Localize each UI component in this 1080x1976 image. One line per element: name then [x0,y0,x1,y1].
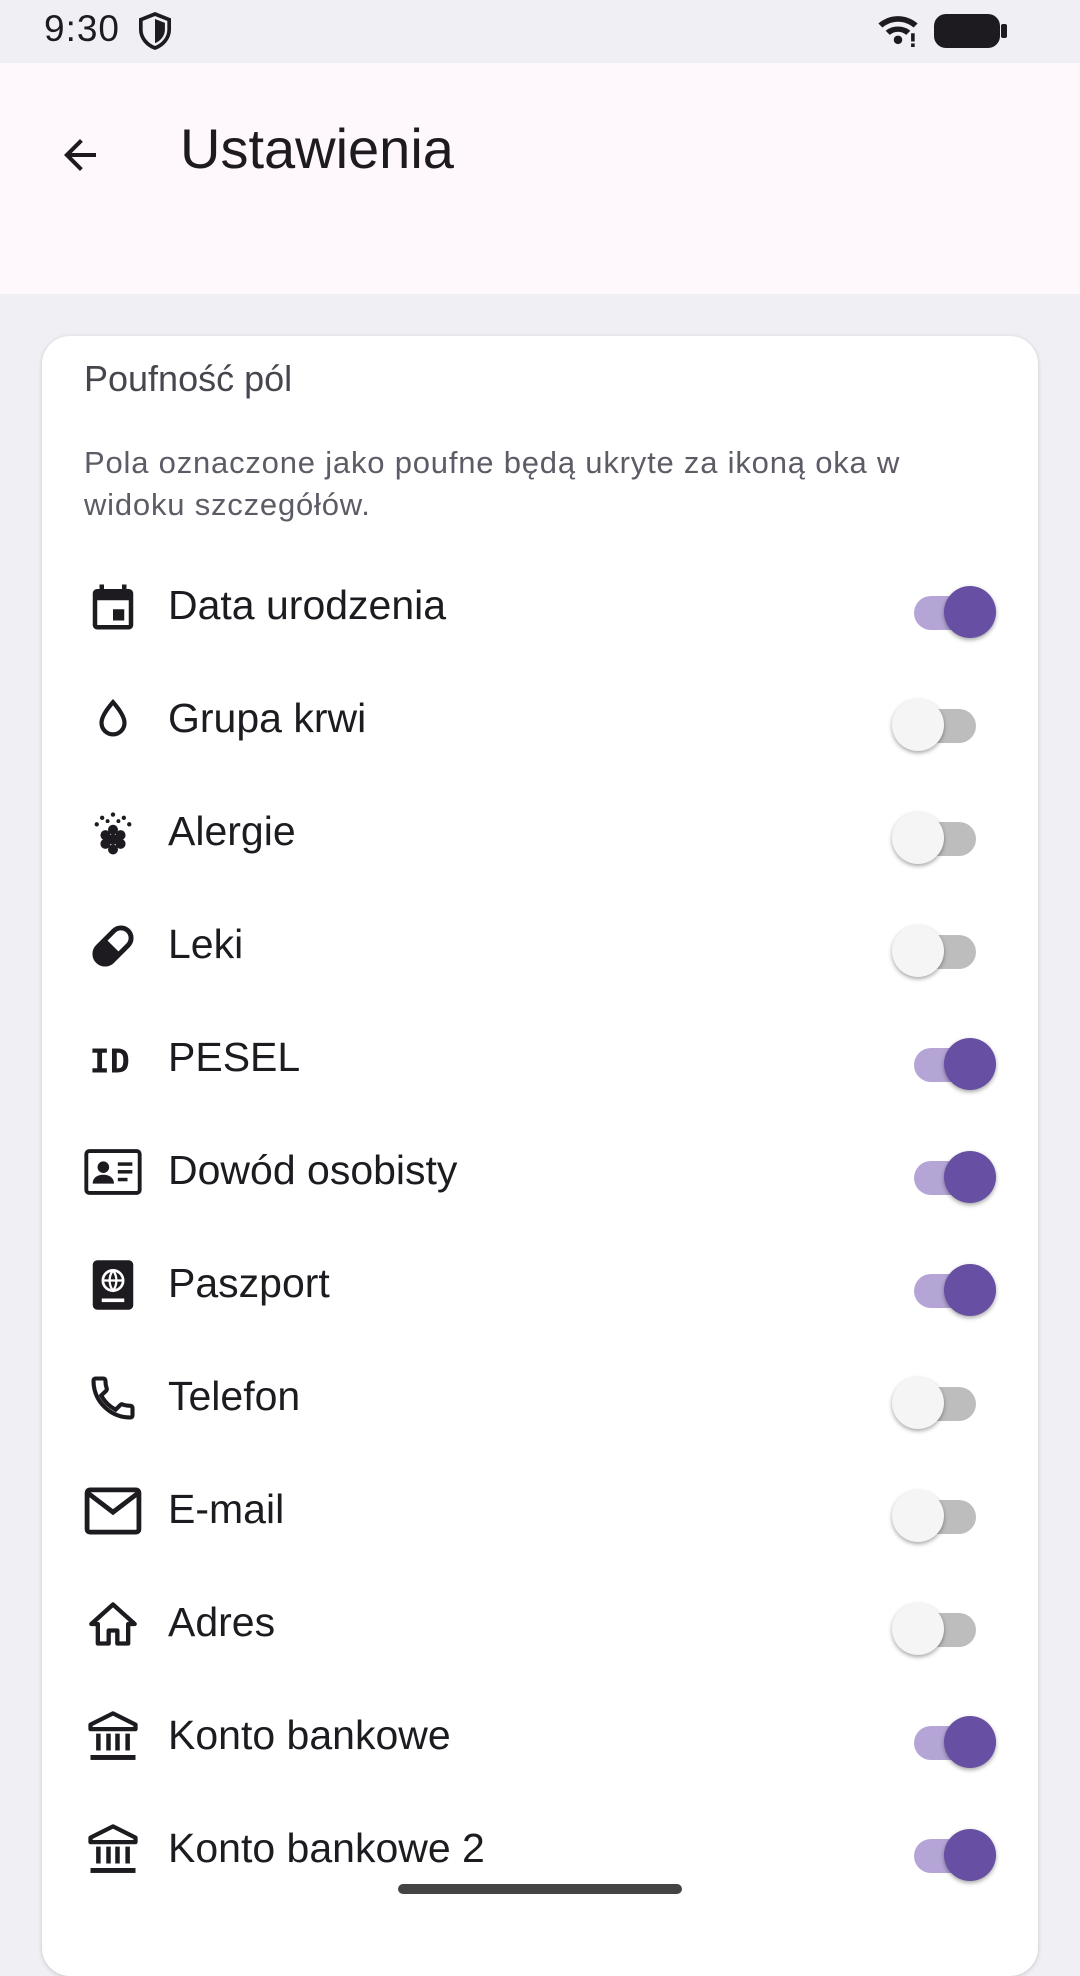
row-label: Telefon [168,1373,301,1419]
pill-icon [84,917,142,975]
home-indicator [398,1884,682,1894]
row-label: PESEL [168,1034,301,1080]
switch-thumb [892,812,944,864]
row-label: Leki [168,921,244,967]
row-label: Konto bankowe 2 [168,1825,485,1871]
allergy-icon [84,804,142,862]
row-label: Alergie [168,808,296,854]
settings-row-e-mail[interactable]: E-mail [42,1454,1038,1567]
home-icon [84,1595,142,1653]
confidential-toggle[interactable] [892,917,994,977]
confidential-toggle[interactable] [894,1030,996,1090]
confidential-toggle[interactable] [894,578,996,638]
confidential-toggle[interactable] [892,1482,994,1542]
switch-thumb [944,1264,996,1316]
switch-thumb [892,1603,944,1655]
confidential-toggle[interactable] [894,1821,996,1881]
settings-row-data-urodzenia[interactable]: Data urodzenia [42,550,1038,663]
id-icon: ID [84,1030,142,1088]
page-title: Ustawienia [180,117,454,180]
shield-icon [138,12,172,55]
settings-row-konto-bankowe[interactable]: Konto bankowe [42,1680,1038,1793]
settings-row-leki[interactable]: Leki [42,889,1038,1002]
confidential-toggle[interactable] [894,1256,996,1316]
switch-thumb [892,1377,944,1429]
switch-thumb [944,1829,996,1881]
svg-text:ID: ID [90,1041,130,1079]
settings-row-grupa-krwi[interactable]: Grupa krwi [42,663,1038,776]
confidential-toggle[interactable] [892,1595,994,1655]
status-bar: 9:30 [0,0,1080,63]
calendar-icon [84,578,142,636]
settings-row-telefon[interactable]: Telefon [42,1341,1038,1454]
settings-row-alergie[interactable]: Alergie [42,776,1038,889]
back-button[interactable] [44,121,116,193]
switch-thumb [892,1490,944,1542]
confidential-toggle[interactable] [892,691,994,751]
row-label: Dowód osobisty [168,1147,458,1193]
row-label: Grupa krwi [168,695,367,741]
water-drop-icon [84,691,142,749]
wifi-icon [876,12,920,53]
switch-thumb [944,1038,996,1090]
confidential-toggle[interactable] [892,1369,994,1429]
switch-thumb [944,1151,996,1203]
switch-thumb [892,699,944,751]
section-description: Pola oznaczone jako poufne będą ukryte z… [84,445,901,522]
id-card-icon [84,1143,142,1201]
row-label: Konto bankowe [168,1712,451,1758]
row-label: E-mail [168,1486,285,1532]
bank-icon [84,1708,142,1766]
settings-row-pesel[interactable]: ID PESEL [42,1002,1038,1115]
switch-thumb [892,925,944,977]
bank-icon [84,1821,142,1879]
confidential-toggle[interactable] [894,1143,996,1203]
battery-icon [934,14,1008,53]
section-title: Poufność pól [84,358,293,399]
phone-icon [84,1369,142,1427]
status-time: 9:30 [44,8,121,49]
app-bar [0,63,1080,294]
switch-thumb [944,1716,996,1768]
confidential-toggle[interactable] [894,1708,996,1768]
settings-row-dowód-osobisty[interactable]: Dowód osobisty [42,1115,1038,1228]
row-label: Adres [168,1599,276,1645]
row-label: Data urodzenia [168,582,447,628]
passport-icon [84,1256,142,1314]
mail-icon [84,1482,142,1540]
switch-thumb [944,586,996,638]
settings-row-paszport[interactable]: Paszport [42,1228,1038,1341]
confidential-toggle[interactable] [892,804,994,864]
settings-row-adres[interactable]: Adres [42,1567,1038,1680]
row-label: Paszport [168,1260,330,1306]
arrow-back-icon [56,131,104,184]
